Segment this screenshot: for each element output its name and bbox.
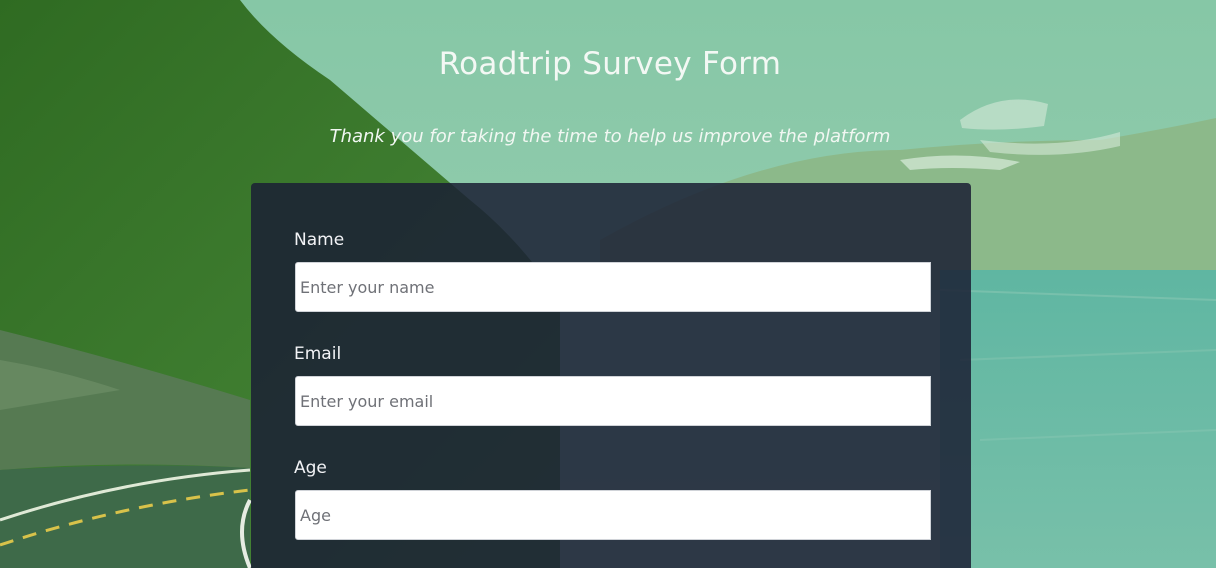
name-input[interactable] xyxy=(295,262,931,312)
age-label: Age xyxy=(294,458,327,478)
email-input[interactable] xyxy=(295,376,931,426)
age-input[interactable] xyxy=(295,490,931,540)
name-label: Name xyxy=(294,230,345,250)
email-label: Email xyxy=(294,344,342,364)
survey-form-card: Name Email Age xyxy=(251,183,971,568)
page-subtitle: Thank you for taking the time to help us… xyxy=(329,126,891,147)
page-title: Roadtrip Survey Form xyxy=(438,46,782,82)
